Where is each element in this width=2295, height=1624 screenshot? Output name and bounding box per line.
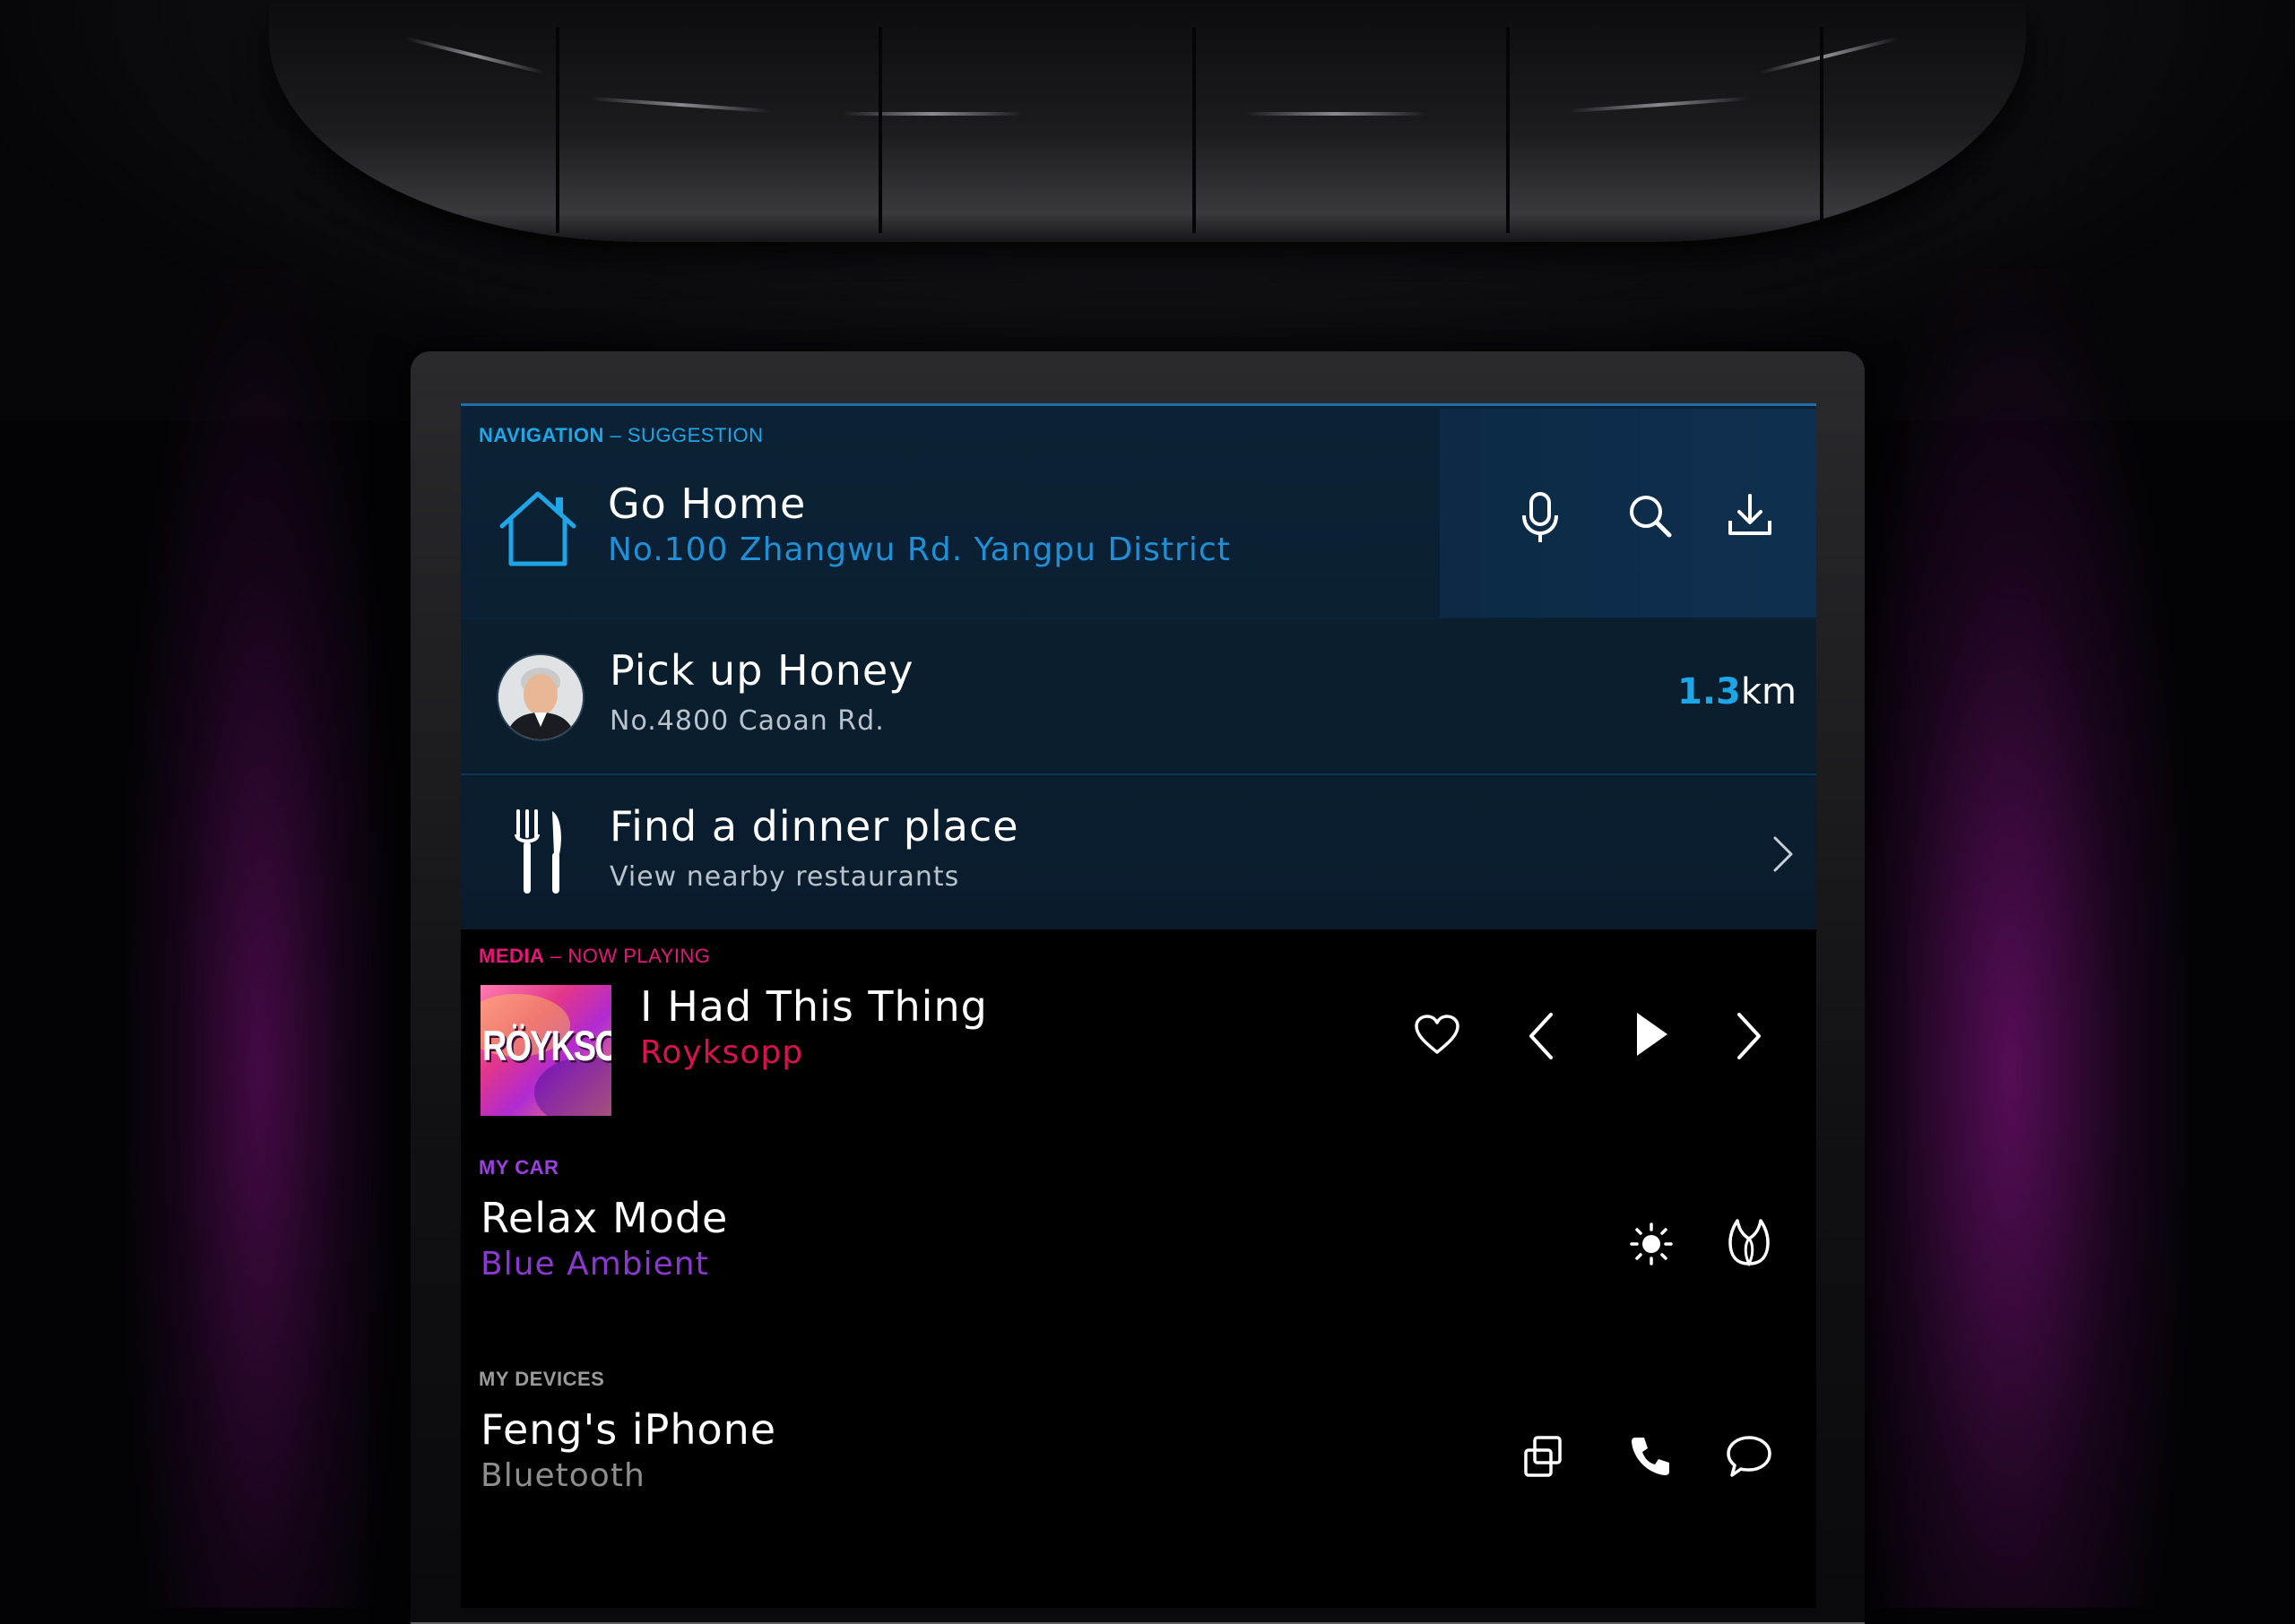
fork-knife-icon [515,809,561,894]
search-icon[interactable] [1626,492,1675,540]
dinner-title: Find a dinner place [610,802,1019,851]
mic-icon[interactable] [1519,490,1562,546]
ambient-light-right [1865,269,2187,1608]
car-section-title: MY CAR [479,1156,559,1179]
go-home-row[interactable]: Go Home No.100 Zhangwu Rd. Yangpu Distri… [461,451,1438,618]
pickup-distance-unit: km [1740,671,1797,713]
pickup-distance-value: 1.3 [1677,671,1741,713]
infotainment-screen: NAVIGATION – SUGGESTION Go Home No.100 Z… [461,403,1816,1608]
previous-icon[interactable] [1526,1011,1556,1061]
navigation-section-label: NAVIGATION – SUGGESTION [479,424,764,447]
media-section-label: MEDIA – NOW PLAYING [479,945,710,968]
pickup-distance: 1.3km [1677,671,1797,713]
find-dinner-row[interactable]: Find a dinner place View nearby restaura… [461,775,1816,929]
ambient-light-left [126,269,394,1608]
tulip-icon[interactable] [1727,1217,1771,1267]
heart-icon[interactable] [1413,1013,1461,1058]
pickup-address: No.4800 Caoan Rd. [610,705,885,737]
next-icon[interactable] [1734,1011,1764,1061]
light-bulb-icon[interactable] [1628,1221,1675,1267]
go-home-title: Go Home [608,479,807,528]
navigation-section-sub: – SUGGESTION [610,424,764,446]
album-art[interactable]: RÖYKSOPP [481,985,611,1116]
car-mode-title: Relax Mode [481,1194,729,1242]
devices-section-label: MY DEVICES [479,1368,604,1391]
track-artist: Royksopp [640,1034,804,1071]
air-vent [269,0,2026,242]
message-icon[interactable] [1725,1434,1773,1479]
download-icon[interactable] [1725,490,1775,540]
navigation-section-title: NAVIGATION [479,424,604,446]
chevron-right-icon[interactable] [1771,834,1795,874]
phone-icon[interactable] [1628,1434,1673,1479]
car-section-label: MY CAR [479,1156,559,1179]
media-section-title: MEDIA [479,945,545,967]
devices-section-title: MY DEVICES [479,1368,605,1390]
contact-avatar [497,653,585,741]
track-title: I Had This Thing [640,982,988,1031]
dinner-subtitle: View nearby restaurants [610,861,960,893]
device-connection: Bluetooth [481,1457,645,1494]
car-ambient: Blue Ambient [481,1246,709,1283]
play-icon[interactable] [1632,1009,1671,1059]
media-section-sub: – NOW PLAYING [550,945,711,967]
pickup-row[interactable]: Pick up Honey No.4800 Caoan Rd. 1.3km [461,619,1816,773]
navigation-card: NAVIGATION – SUGGESTION Go Home No.100 Z… [461,403,1816,929]
home-icon [499,491,576,566]
pickup-title: Pick up Honey [610,646,914,695]
screen-mirror-icon[interactable] [1520,1434,1565,1479]
go-home-address: No.100 Zhangwu Rd. Yangpu District [608,531,1231,568]
device-name: Feng's iPhone [481,1405,777,1454]
album-art-text: RÖYKSOPP [482,1023,611,1071]
